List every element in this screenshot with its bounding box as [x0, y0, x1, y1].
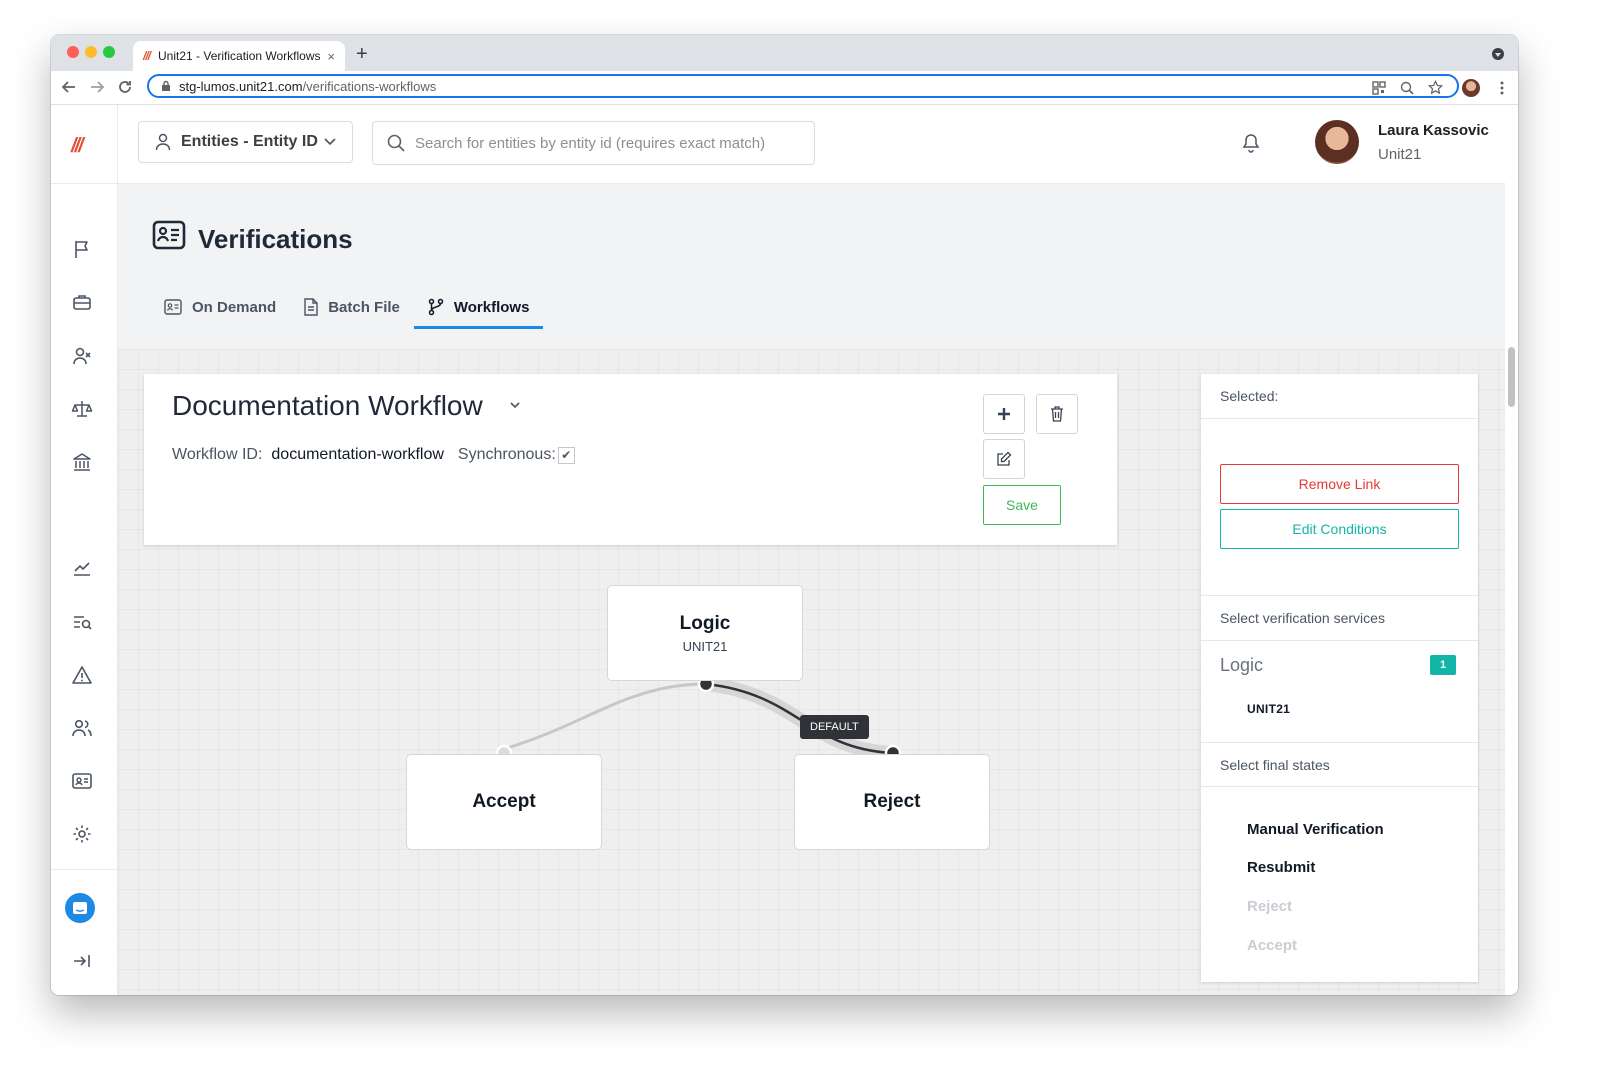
user-name: Laura Kassovic [1378, 122, 1489, 139]
user-org: Unit21 [1378, 146, 1422, 163]
browser-menu-icon[interactable] [1500, 81, 1504, 95]
search-icon [387, 134, 405, 152]
gear-icon[interactable] [71, 823, 93, 845]
final-state-resubmit[interactable]: Resubmit [1247, 859, 1315, 876]
final-state-reject: Reject [1247, 898, 1293, 915]
tab-on-demand[interactable]: On Demand [164, 288, 276, 326]
browser-toolbar: stg-lumos.unit21.com/verifications-workf… [51, 71, 1518, 105]
service-count-badge: 1 [1430, 655, 1456, 675]
url-host: stg-lumos.unit21.com [179, 78, 303, 94]
edge-logic-accept[interactable] [503, 682, 707, 751]
sidebar: /// [51, 105, 118, 995]
forward-icon[interactable] [89, 79, 105, 95]
new-tab-button[interactable]: + [356, 44, 368, 64]
address-bar[interactable]: stg-lumos.unit21.com/verifications-workf… [147, 74, 1459, 98]
node-title: Reject [863, 791, 921, 812]
selected-header: Selected: [1201, 374, 1478, 419]
node-logic[interactable]: Logic UNIT21 [607, 585, 803, 681]
maximize-window-button[interactable] [103, 46, 115, 58]
final-states-header: Select final states [1201, 742, 1478, 787]
search-list-icon[interactable] [71, 611, 93, 633]
search-input[interactable] [413, 133, 797, 153]
select-services-label: Select verification services [1220, 610, 1385, 626]
user-x-icon[interactable] [71, 345, 93, 367]
edge-label-default[interactable]: DEFAULT [800, 715, 869, 739]
node-title: Logic [679, 612, 731, 634]
tab-close-icon[interactable]: × [327, 49, 335, 64]
select-final-states-label: Select final states [1220, 756, 1330, 773]
bookmark-star-icon[interactable] [1428, 80, 1443, 95]
page-tabs: On Demand Batch File Workflows [164, 288, 571, 329]
top-header: Entities - Entity ID Laura Kassovic Unit… [118, 105, 1518, 184]
tab-label: On Demand [192, 298, 277, 316]
scrollbar-thumb[interactable] [1508, 347, 1515, 407]
user-avatar[interactable] [1315, 120, 1359, 164]
node-title: Accept [472, 791, 536, 812]
tab-strip: /// Unit21 - Verification Workflows × + [51, 35, 1518, 71]
sidebar-divider [51, 869, 117, 870]
zoom-icon[interactable] [1400, 81, 1414, 95]
briefcase-icon[interactable] [71, 291, 93, 313]
entity-search[interactable] [372, 121, 815, 165]
final-state-accept: Accept [1247, 937, 1298, 954]
flag-icon[interactable] [71, 238, 93, 260]
selected-label: Selected: [1220, 388, 1279, 404]
id-card-icon [164, 299, 182, 315]
alert-icon[interactable] [71, 664, 93, 686]
back-icon[interactable] [61, 79, 77, 95]
final-state-manual-verification[interactable]: Manual Verification [1247, 821, 1384, 838]
chat-icon[interactable] [65, 893, 95, 923]
file-icon [304, 298, 318, 316]
unit21-favicon: /// [143, 49, 151, 63]
browser-profile-avatar[interactable] [1462, 79, 1480, 97]
selection-panel: Selected: Remove Link Edit Conditions Se… [1201, 374, 1478, 982]
branch-icon [428, 298, 444, 316]
chevron-down-icon [324, 138, 336, 146]
node-subtitle: UNIT21 [682, 638, 728, 654]
entity-select-value: Entities - Entity ID [181, 133, 318, 150]
browser-window: /// Unit21 - Verification Workflows × + … [51, 35, 1518, 995]
reload-icon[interactable] [117, 79, 133, 95]
entity-type-select[interactable]: Entities - Entity ID [138, 121, 353, 163]
tab-label: Batch File [328, 298, 400, 316]
id-card-icon [152, 220, 186, 250]
service-group-logic[interactable]: Logic [1220, 655, 1263, 676]
bell-icon[interactable] [1242, 133, 1260, 153]
edit-conditions-button[interactable]: Edit Conditions [1220, 509, 1459, 549]
node-accept[interactable]: Accept [406, 754, 602, 850]
bank-icon[interactable] [71, 451, 93, 473]
id-card-icon[interactable] [71, 770, 93, 792]
service-item-unit21[interactable]: UNIT21 [1247, 702, 1290, 716]
workflow-canvas[interactable]: Documentation Workflow Workflow ID: docu… [118, 349, 1505, 995]
close-window-button[interactable] [67, 46, 79, 58]
page-scrollbar[interactable] [1505, 105, 1518, 995]
node-reject[interactable]: Reject [794, 754, 990, 850]
collapse-icon[interactable] [71, 950, 93, 972]
tab-workflows[interactable]: Workflows [413, 288, 544, 329]
chart-icon[interactable] [71, 557, 93, 579]
tab-batch-file[interactable]: Batch File [304, 288, 400, 326]
lock-icon [162, 80, 170, 91]
minimize-window-button[interactable] [85, 46, 97, 58]
services-header: Select verification services [1201, 595, 1478, 641]
browser-tab[interactable]: /// Unit21 - Verification Workflows × [133, 41, 345, 71]
user-icon [155, 133, 171, 151]
scale-icon[interactable] [71, 398, 93, 420]
page-title: Verifications [198, 224, 353, 254]
unit21-logo[interactable]: /// [71, 135, 84, 158]
url-path: /verifications-workflows [302, 78, 437, 94]
qr-code-icon[interactable] [1372, 81, 1386, 95]
sidebar-divider [51, 183, 117, 184]
users-icon[interactable] [71, 717, 93, 739]
tab-label: Workflows [453, 298, 530, 316]
tab-search-icon[interactable] [1492, 48, 1504, 60]
app-root: /// Entities - Entity ID Search for enti… [51, 105, 1518, 995]
tab-title: Unit21 - Verification Workflows [158, 49, 321, 63]
remove-link-button[interactable]: Remove Link [1220, 464, 1459, 504]
page-header: Verifications On Demand Batch File Workf… [118, 184, 1505, 349]
